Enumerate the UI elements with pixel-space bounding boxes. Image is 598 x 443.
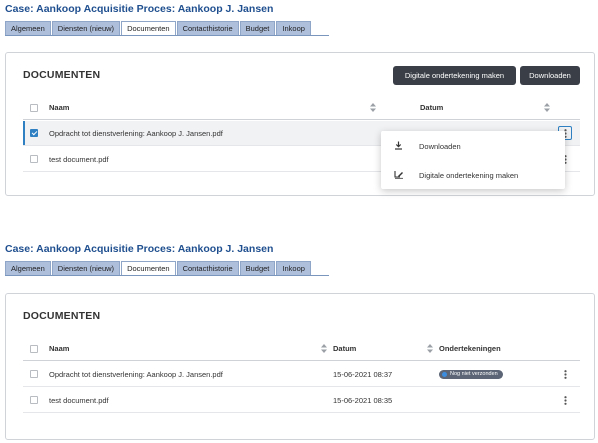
row-checkbox[interactable] xyxy=(30,370,38,378)
digital-signature-button[interactable]: Digitale ondertekening maken xyxy=(393,66,516,85)
kebab-menu-icon[interactable] xyxy=(558,393,572,407)
tab-budget[interactable]: Budget xyxy=(239,261,276,275)
tab-contacthistorie[interactable]: Contacthistorie xyxy=(176,21,239,35)
tab-documenten[interactable]: Documenten xyxy=(121,21,176,36)
row-context-menu: Downloaden Digitale ondertekening maken xyxy=(381,131,565,189)
row-checkbox[interactable] xyxy=(30,155,38,163)
case-title-top: Case: Aankoop Acquisitie Proces: Aankoop… xyxy=(5,3,274,15)
status-badge: Nog niet verzonden xyxy=(439,369,503,379)
document-date: 15-06-2021 08:37 xyxy=(333,369,393,379)
select-all-checkbox[interactable] xyxy=(30,344,38,353)
case-title-bottom: Case: Aankoop Acquisitie Proces: Aankoop… xyxy=(5,243,274,255)
tab-documenten[interactable]: Documenten xyxy=(121,261,176,276)
table-row[interactable]: test document.pdf 15-06-2021 08:35 xyxy=(23,388,580,413)
kebab-menu-icon[interactable] xyxy=(558,367,572,381)
tab-diensten-nieuw[interactable]: Diensten (nieuw) xyxy=(51,21,121,35)
download-button[interactable]: Downloaden xyxy=(520,66,580,85)
document-name: test document.pdf xyxy=(49,154,109,164)
sort-name-icon[interactable] xyxy=(366,96,376,119)
table-row[interactable]: Opdracht tot dienstverlening: Aankoop J.… xyxy=(23,362,580,387)
tab-underline xyxy=(5,35,329,36)
documents-panel-bottom: DOCUMENTEN Naam Datum Ondertekeningen Op… xyxy=(5,293,595,440)
document-name: Opdracht tot dienstverlening: Aankoop J.… xyxy=(49,369,223,379)
document-name: Opdracht tot dienstverlening: Aankoop J.… xyxy=(49,128,223,138)
column-signatures-label: Ondertekeningen xyxy=(439,344,501,353)
tab-inkoop[interactable]: Inkoop xyxy=(276,21,311,35)
tab-algemeen[interactable]: Algemeen xyxy=(5,261,51,275)
signature-icon xyxy=(394,170,404,181)
sort-date-icon[interactable] xyxy=(423,337,433,360)
column-date-label: Datum xyxy=(333,344,357,353)
table-header: Naam Datum xyxy=(23,96,580,120)
tab-contacthistorie[interactable]: Contacthistorie xyxy=(176,261,239,275)
document-name: test document.pdf xyxy=(49,395,109,405)
tab-inkoop[interactable]: Inkoop xyxy=(276,261,311,275)
sort-date-icon[interactable] xyxy=(540,96,550,119)
sort-name-icon[interactable] xyxy=(317,337,327,360)
select-all-checkbox[interactable] xyxy=(30,103,38,112)
tab-bar-bottom: Algemeen Diensten (nieuw) Documenten Con… xyxy=(5,260,312,276)
panel-title: DOCUMENTEN xyxy=(23,69,101,81)
column-date-label: Datum xyxy=(420,103,444,112)
column-name-label: Naam xyxy=(49,103,70,112)
download-icon xyxy=(394,141,403,152)
menu-item-digital-signature[interactable]: Digitale ondertekening maken xyxy=(381,162,565,188)
table-header: Naam Datum Ondertekeningen xyxy=(23,337,580,361)
document-date: 15-06-2021 08:35 xyxy=(333,395,393,405)
column-name-label: Naam xyxy=(49,344,70,353)
menu-item-download[interactable]: Downloaden xyxy=(381,133,565,159)
tab-underline xyxy=(5,275,329,276)
checkbox-checked-icon[interactable] xyxy=(30,129,38,137)
tab-algemeen[interactable]: Algemeen xyxy=(5,21,51,35)
panel-title: DOCUMENTEN xyxy=(23,310,101,322)
tab-bar-top: Algemeen Diensten (nieuw) Documenten Con… xyxy=(5,20,312,36)
tab-diensten-nieuw[interactable]: Diensten (nieuw) xyxy=(51,261,121,275)
row-checkbox[interactable] xyxy=(30,396,38,404)
tab-budget[interactable]: Budget xyxy=(239,21,276,35)
